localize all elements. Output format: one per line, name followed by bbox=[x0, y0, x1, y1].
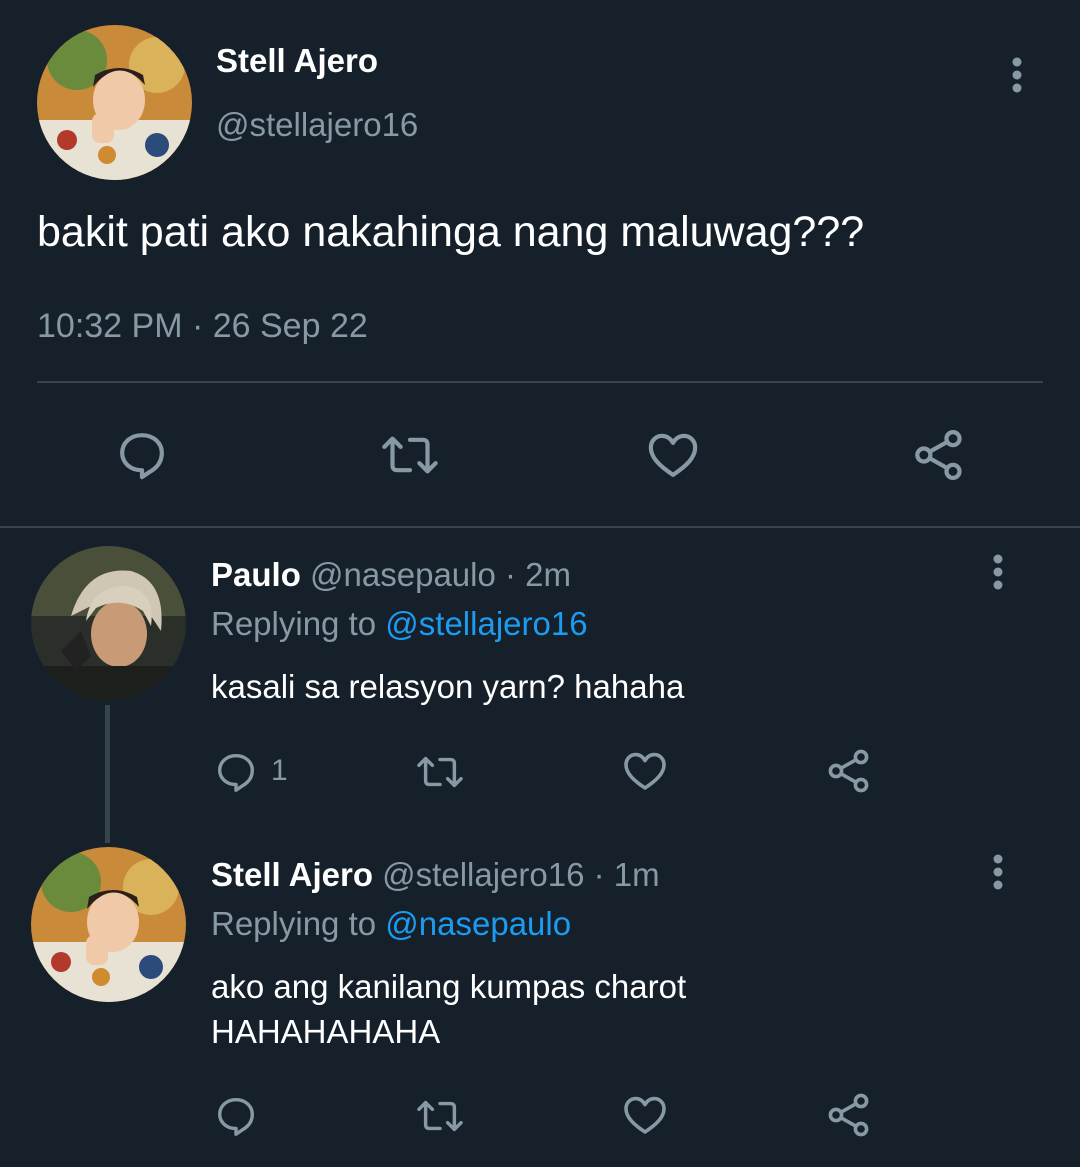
author-handle[interactable]: @stellajero16 bbox=[216, 106, 418, 144]
retweet-icon[interactable] bbox=[410, 748, 470, 796]
reply-icon[interactable] bbox=[212, 1092, 260, 1140]
replying-to: Replying to @nasepaulo bbox=[211, 905, 571, 943]
reply-text-line-2: HAHAHAHAHA bbox=[211, 1013, 441, 1050]
avatar[interactable] bbox=[31, 546, 186, 701]
like-icon[interactable] bbox=[619, 746, 671, 796]
replying-to-label: Replying to bbox=[211, 605, 377, 642]
thread-line bbox=[105, 705, 110, 843]
share-icon[interactable] bbox=[824, 746, 874, 796]
share-icon[interactable] bbox=[908, 425, 970, 485]
divider bbox=[0, 526, 1080, 528]
more-options-icon[interactable] bbox=[985, 853, 1011, 893]
share-icon[interactable] bbox=[824, 1090, 874, 1140]
reply-author-handle[interactable]: @stellajero16 bbox=[382, 856, 584, 893]
avatar[interactable] bbox=[37, 25, 192, 180]
reply-icon[interactable] bbox=[212, 748, 260, 796]
reply-time: · 1m bbox=[593, 856, 660, 893]
reply-author-handle[interactable]: @nasepaulo bbox=[310, 556, 496, 593]
replying-to-handle[interactable]: @stellajero16 bbox=[385, 605, 587, 642]
reply-text-line-1: ako ang kanilang kumpas charot bbox=[211, 968, 687, 1005]
divider bbox=[37, 381, 1043, 383]
more-options-icon[interactable] bbox=[1004, 56, 1030, 96]
replying-to-handle[interactable]: @nasepaulo bbox=[385, 905, 571, 942]
reply-author-name[interactable]: Paulo bbox=[211, 556, 301, 593]
reply-header: Paulo @nasepaulo · 2m bbox=[211, 556, 571, 594]
like-icon[interactable] bbox=[619, 1090, 671, 1140]
more-options-icon[interactable] bbox=[985, 553, 1011, 593]
retweet-icon[interactable] bbox=[375, 425, 445, 485]
reply-count: 1 bbox=[271, 754, 288, 787]
replying-to: Replying to @stellajero16 bbox=[211, 605, 588, 643]
like-icon[interactable] bbox=[642, 425, 704, 485]
reply-icon[interactable] bbox=[112, 425, 172, 485]
avatar[interactable] bbox=[31, 847, 186, 1002]
reply-author-name[interactable]: Stell Ajero bbox=[211, 856, 373, 893]
author-name[interactable]: Stell Ajero bbox=[216, 42, 378, 80]
replying-to-label: Replying to bbox=[211, 905, 377, 942]
tweet-timestamp: 10:32 PM · 26 Sep 22 bbox=[37, 307, 368, 345]
tweet-text: bakit pati ako nakahinga nang maluwag??? bbox=[37, 208, 865, 256]
reply-text: kasali sa relasyon yarn? hahaha bbox=[211, 668, 685, 705]
retweet-icon[interactable] bbox=[410, 1092, 470, 1140]
reply-header: Stell Ajero @stellajero16 · 1m bbox=[211, 856, 660, 894]
reply-time: · 2m bbox=[505, 556, 572, 593]
